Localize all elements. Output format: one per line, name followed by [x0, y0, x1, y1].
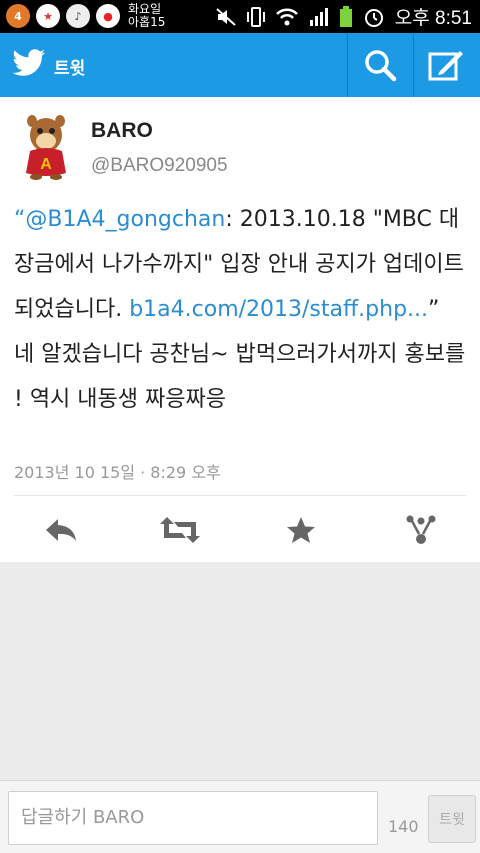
appbar-title: 트윗: [54, 59, 86, 79]
status-date: 화요일 아홉15: [128, 3, 165, 29]
wifi-icon: [275, 8, 298, 25]
tweet-actions: [0, 507, 480, 553]
notification-count: 4: [14, 9, 22, 23]
tweet-text: “@B1A4_gongchan: 2013.10.18 "MBC 대장금에서 나…: [14, 197, 466, 422]
star-icon: [287, 517, 315, 543]
close-quote: ”: [428, 297, 440, 322]
author-handle[interactable]: @BARO920905: [91, 155, 228, 177]
mute-icon: [216, 7, 236, 26]
retweet-icon: [160, 517, 200, 543]
search-icon: [365, 50, 397, 82]
reply-input[interactable]: 답글하기 BARO: [8, 791, 378, 845]
open-quote: “: [14, 207, 26, 232]
character-app-icon: ●: [96, 4, 120, 28]
svg-text:A: A: [40, 156, 52, 173]
compose-button[interactable]: [414, 33, 478, 97]
tweet-text-part: 네 알겠습니다 공찬님~ 밥먹으러가서까지 홍보를 ! 역시 내동생 짜응짜응: [14, 342, 466, 412]
status-right: 오후 8:51: [215, 0, 472, 33]
status-bar: 4 ★ ♪ ● 화요일 아홉15 오후 8:51: [0, 0, 480, 33]
vibrate-icon: [246, 6, 265, 27]
signal-icon: [309, 7, 328, 26]
tweet-card: A BARO @BARO920905 “@B1A4_gongchan: 2013…: [0, 97, 480, 562]
share-icon: [406, 515, 436, 544]
twitter-bird-icon[interactable]: [12, 49, 46, 77]
battery-icon: [339, 5, 352, 27]
tweet-send-button[interactable]: 트윗: [428, 795, 476, 843]
app-bar: 트윗: [0, 33, 480, 97]
char-count: 140: [388, 817, 419, 836]
tweet-timestamp: 2013년 10 15일 · 8:29 오후: [14, 463, 221, 482]
compose-icon: [428, 51, 463, 81]
author-name[interactable]: BARO: [91, 119, 153, 143]
divider: [14, 495, 466, 496]
favorite-button[interactable]: [276, 511, 326, 549]
mention-link[interactable]: @B1A4_gongchan: [25, 207, 225, 232]
status-left: 4 ★ ♪ ● 화요일 아홉15: [6, 3, 165, 29]
reply-button[interactable]: [36, 511, 86, 549]
notification-count-icon: 4: [6, 4, 30, 28]
status-date-num: 아홉15: [128, 15, 166, 29]
reply-icon: [46, 519, 76, 541]
avatar[interactable]: A: [14, 111, 78, 181]
url-link[interactable]: b1a4.com/2013/staff.php...: [129, 297, 428, 322]
star-app-icon: ★: [36, 4, 60, 28]
status-time: 오후 8:51: [394, 8, 472, 29]
search-button[interactable]: [348, 33, 412, 97]
app-icon: ♪: [66, 4, 90, 28]
reply-composer: 답글하기 BARO 140 트윗: [0, 780, 480, 853]
share-button[interactable]: [396, 511, 446, 549]
alarm-icon: [364, 8, 383, 27]
retweet-button[interactable]: [155, 511, 205, 549]
